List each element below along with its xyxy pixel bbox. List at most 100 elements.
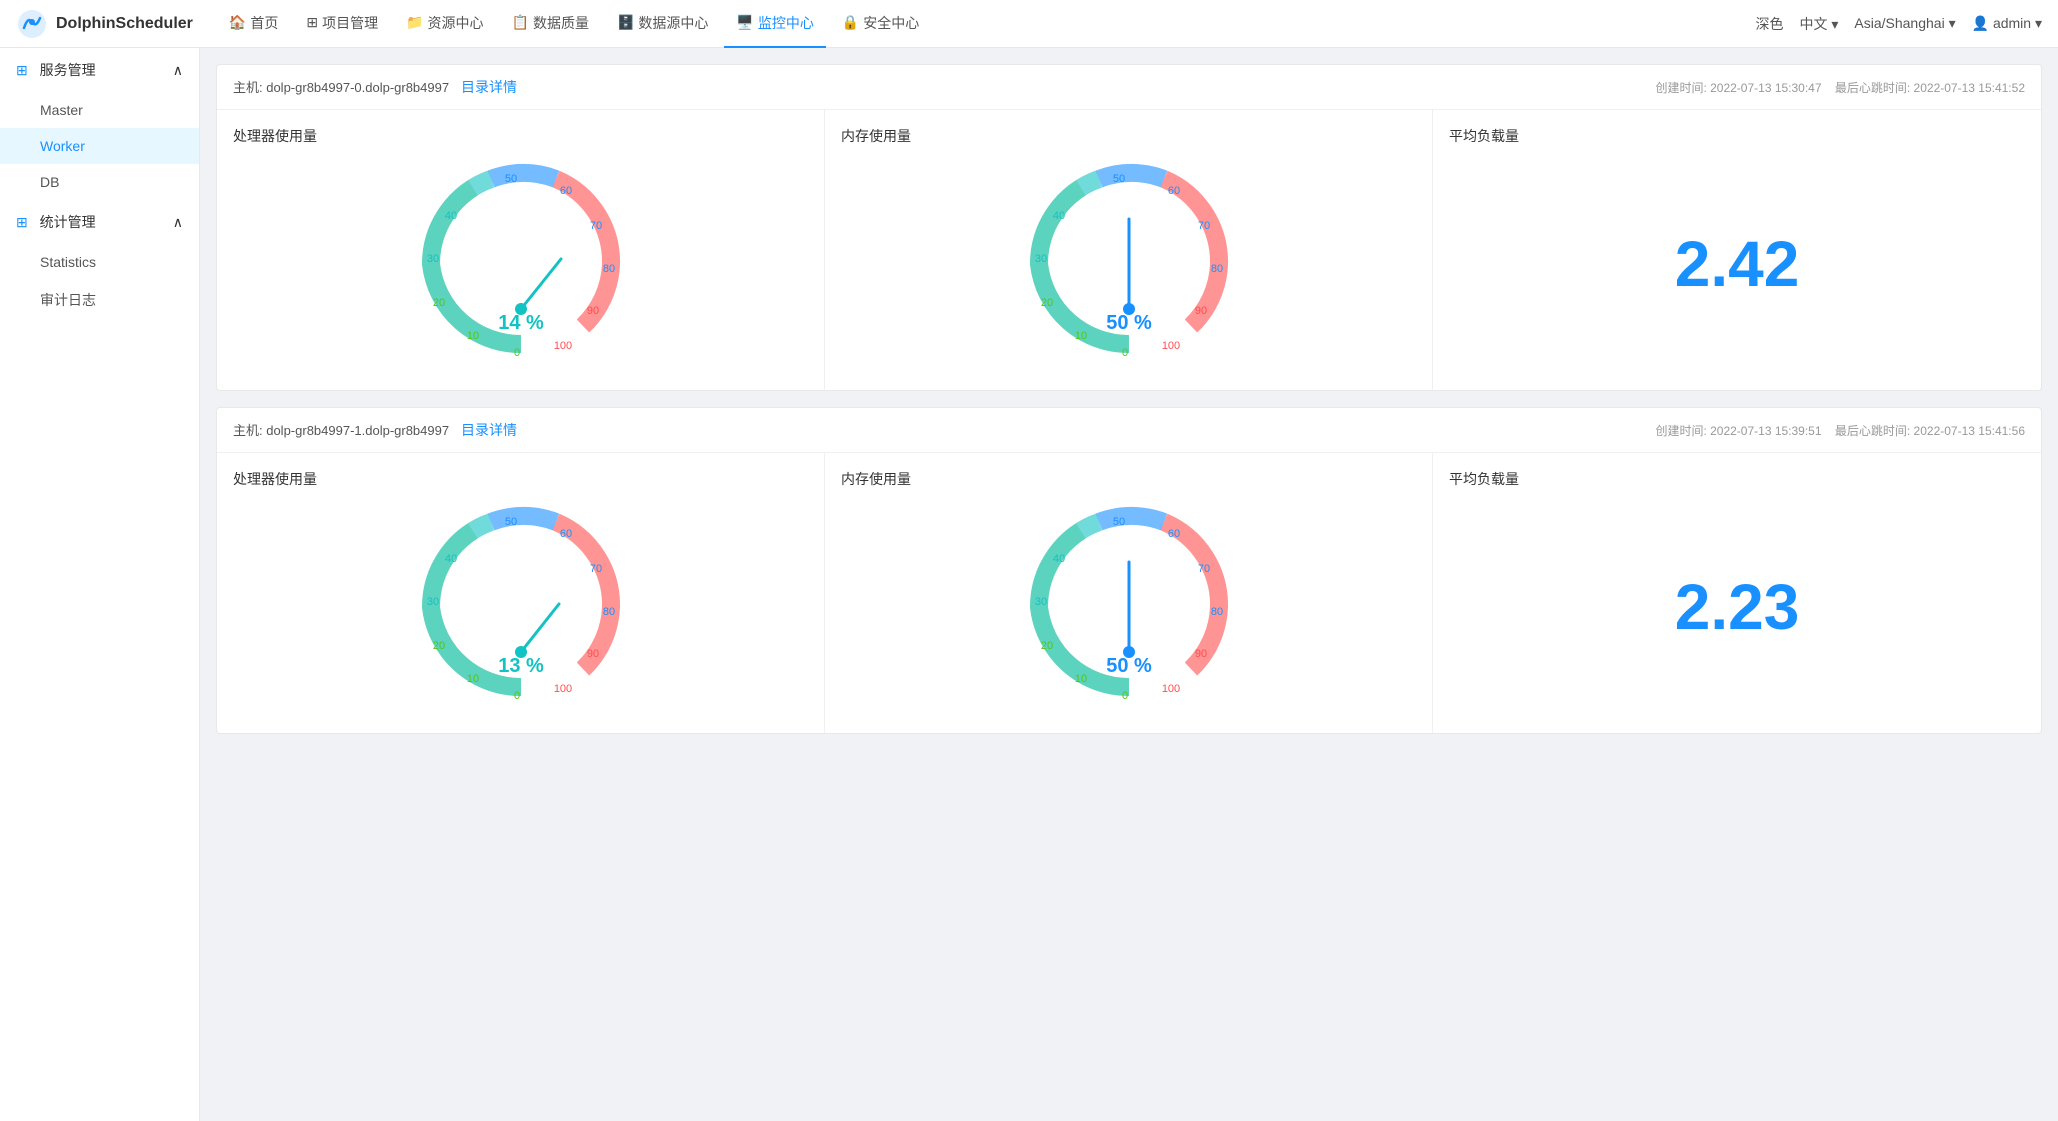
layout: ⊞ 服务管理 ∧ Master Worker DB ⊞ 统计管理 bbox=[0, 48, 2058, 1121]
sidebar-group-service: ⊞ 服务管理 ∧ Master Worker DB bbox=[0, 48, 199, 200]
timezone-select[interactable]: Asia/Shanghai ▾ bbox=[1854, 15, 1955, 32]
main-content: 主机: dolp-gr8b4997-0.dolp-gr8b4997 目录详情 创… bbox=[200, 48, 2058, 1121]
sidebar-group-service-header[interactable]: ⊞ 服务管理 ∧ bbox=[0, 48, 199, 92]
svg-text:50: 50 bbox=[504, 173, 516, 185]
svg-text:80: 80 bbox=[602, 606, 614, 618]
chevron-up-icon-stats: ∧ bbox=[173, 214, 183, 231]
server-2-host: 主机: dolp-gr8b4997-1.dolp-gr8b4997 目录详情 bbox=[233, 420, 517, 440]
security-icon: 🔒 bbox=[842, 14, 859, 31]
svg-text:70: 70 bbox=[589, 220, 601, 232]
sidebar-item-worker[interactable]: Worker bbox=[0, 128, 199, 164]
server-1-memory-gauge: 0 10 20 30 40 50 60 70 80 90 100 bbox=[841, 154, 1416, 374]
nav-monitor[interactable]: 🖥️ 监控中心 bbox=[724, 0, 825, 48]
svg-text:20: 20 bbox=[432, 297, 444, 309]
lang-select[interactable]: 中文 ▾ bbox=[1799, 14, 1838, 34]
svg-text:0: 0 bbox=[513, 347, 519, 359]
svg-text:14 %: 14 % bbox=[498, 312, 544, 334]
server-2-memory-gauge: 0 10 20 30 40 50 60 70 80 90 100 bbox=[841, 497, 1416, 717]
quality-icon: 📋 bbox=[512, 14, 529, 31]
nav-project[interactable]: ⊞ 项目管理 bbox=[294, 0, 390, 48]
svg-text:10: 10 bbox=[466, 673, 478, 685]
home-icon: 🏠 bbox=[229, 14, 246, 31]
monitor-icon: 🖥️ bbox=[736, 14, 753, 31]
svg-text:60: 60 bbox=[1167, 528, 1179, 540]
svg-text:90: 90 bbox=[586, 305, 598, 317]
server-2-metrics: 处理器使用量 0 10 20 30 40 50 bbox=[217, 453, 2041, 733]
svg-text:20: 20 bbox=[432, 640, 444, 652]
user-menu[interactable]: 👤 admin ▾ bbox=[1972, 15, 2042, 32]
svg-text:30: 30 bbox=[426, 253, 438, 265]
logo-icon bbox=[16, 8, 48, 40]
server-1-cpu-title: 处理器使用量 bbox=[233, 126, 808, 146]
server-1-host: 主机: dolp-gr8b4997-0.dolp-gr8b4997 目录详情 bbox=[233, 77, 517, 97]
svg-text:50: 50 bbox=[1112, 173, 1124, 185]
nav-quality[interactable]: 📋 数据质量 bbox=[500, 0, 601, 48]
nav-home[interactable]: 🏠 首页 bbox=[217, 0, 290, 48]
server-1-load-title: 平均负载量 bbox=[1449, 126, 2025, 146]
nav-items: 🏠 首页 ⊞ 项目管理 📁 资源中心 📋 数据质量 🗄️ 数据源中心 🖥️ 监控… bbox=[217, 0, 1732, 48]
datasource-icon: 🗄️ bbox=[617, 14, 634, 31]
svg-text:70: 70 bbox=[589, 563, 601, 575]
server-1-memory-svg: 0 10 20 30 40 50 60 70 80 90 100 bbox=[1019, 154, 1239, 374]
svg-text:100: 100 bbox=[553, 340, 571, 352]
server-2-times: 创建时间: 2022-07-13 15:39:51 最后心跳时间: 2022-0… bbox=[1655, 422, 2025, 439]
server-1-memory-panel: 内存使用量 0 10 20 30 40 50 bbox=[825, 110, 1433, 390]
server-1-times: 创建时间: 2022-07-13 15:30:47 最后心跳时间: 2022-0… bbox=[1655, 79, 2025, 96]
sidebar-item-master[interactable]: Master bbox=[0, 92, 199, 128]
sidebar-item-statistics[interactable]: Statistics bbox=[0, 244, 199, 280]
nav-resource[interactable]: 📁 资源中心 bbox=[394, 0, 495, 48]
server-block-2: 主机: dolp-gr8b4997-1.dolp-gr8b4997 目录详情 创… bbox=[216, 407, 2042, 734]
svg-text:10: 10 bbox=[466, 330, 478, 342]
svg-text:0: 0 bbox=[513, 690, 519, 702]
sidebar-item-db[interactable]: DB bbox=[0, 164, 199, 200]
server-2-cpu-title: 处理器使用量 bbox=[233, 469, 808, 489]
server-2-cpu-panel: 处理器使用量 0 10 20 30 40 50 bbox=[217, 453, 825, 733]
svg-text:50: 50 bbox=[504, 516, 516, 528]
svg-text:80: 80 bbox=[1210, 606, 1222, 618]
svg-text:90: 90 bbox=[1194, 648, 1206, 660]
nav-datasource[interactable]: 🗄️ 数据源中心 bbox=[605, 0, 720, 48]
chevron-up-icon: ∧ bbox=[173, 62, 183, 79]
svg-text:40: 40 bbox=[444, 210, 456, 222]
server-2-load-panel: 平均负载量 2.23 bbox=[1433, 453, 2041, 733]
svg-text:20: 20 bbox=[1040, 640, 1052, 652]
svg-text:20: 20 bbox=[1040, 297, 1052, 309]
svg-text:40: 40 bbox=[1052, 210, 1064, 222]
svg-text:90: 90 bbox=[1194, 305, 1206, 317]
svg-text:0: 0 bbox=[1121, 690, 1127, 702]
server-1-load-value: 2.42 bbox=[1449, 154, 2025, 374]
svg-text:70: 70 bbox=[1197, 563, 1209, 575]
svg-text:40: 40 bbox=[444, 553, 456, 565]
server-2-memory-panel: 内存使用量 0 10 20 30 40 50 bbox=[825, 453, 1433, 733]
svg-text:70: 70 bbox=[1197, 220, 1209, 232]
folder-icon: 📁 bbox=[406, 14, 423, 31]
svg-text:50: 50 bbox=[1112, 516, 1124, 528]
theme-toggle[interactable]: 深色 bbox=[1755, 14, 1783, 34]
sidebar-item-audit[interactable]: 审计日志 bbox=[0, 280, 199, 320]
svg-text:13 %: 13 % bbox=[498, 655, 544, 677]
svg-text:30: 30 bbox=[426, 596, 438, 608]
sidebar: ⊞ 服务管理 ∧ Master Worker DB ⊞ 统计管理 bbox=[0, 48, 200, 1121]
svg-text:30: 30 bbox=[1034, 253, 1046, 265]
server-2-load-value: 2.23 bbox=[1449, 497, 2025, 717]
svg-text:10: 10 bbox=[1074, 673, 1086, 685]
logo: DolphinScheduler bbox=[16, 8, 193, 40]
server-1-metrics: 处理器使用量 bbox=[217, 110, 2041, 390]
svg-text:40: 40 bbox=[1052, 553, 1064, 565]
svg-text:80: 80 bbox=[602, 263, 614, 275]
grid-icon-stats: ⊞ bbox=[16, 214, 28, 230]
svg-text:60: 60 bbox=[1167, 185, 1179, 197]
server-1-cpu-panel: 处理器使用量 bbox=[217, 110, 825, 390]
svg-text:80: 80 bbox=[1210, 263, 1222, 275]
svg-text:100: 100 bbox=[553, 683, 571, 695]
server-2-load-title: 平均负载量 bbox=[1449, 469, 2025, 489]
server-block-1: 主机: dolp-gr8b4997-0.dolp-gr8b4997 目录详情 创… bbox=[216, 64, 2042, 391]
sidebar-group-stats: ⊞ 统计管理 ∧ Statistics 审计日志 bbox=[0, 200, 199, 320]
svg-text:0: 0 bbox=[1121, 347, 1127, 359]
server-2-memory-title: 内存使用量 bbox=[841, 469, 1416, 489]
server-1-cpu-gauge: 0 10 20 30 40 50 60 bbox=[233, 154, 808, 374]
sidebar-group-stats-header[interactable]: ⊞ 统计管理 ∧ bbox=[0, 200, 199, 244]
svg-text:60: 60 bbox=[559, 528, 571, 540]
nav-security[interactable]: 🔒 安全中心 bbox=[830, 0, 931, 48]
server-1-header: 主机: dolp-gr8b4997-0.dolp-gr8b4997 目录详情 创… bbox=[217, 65, 2041, 110]
